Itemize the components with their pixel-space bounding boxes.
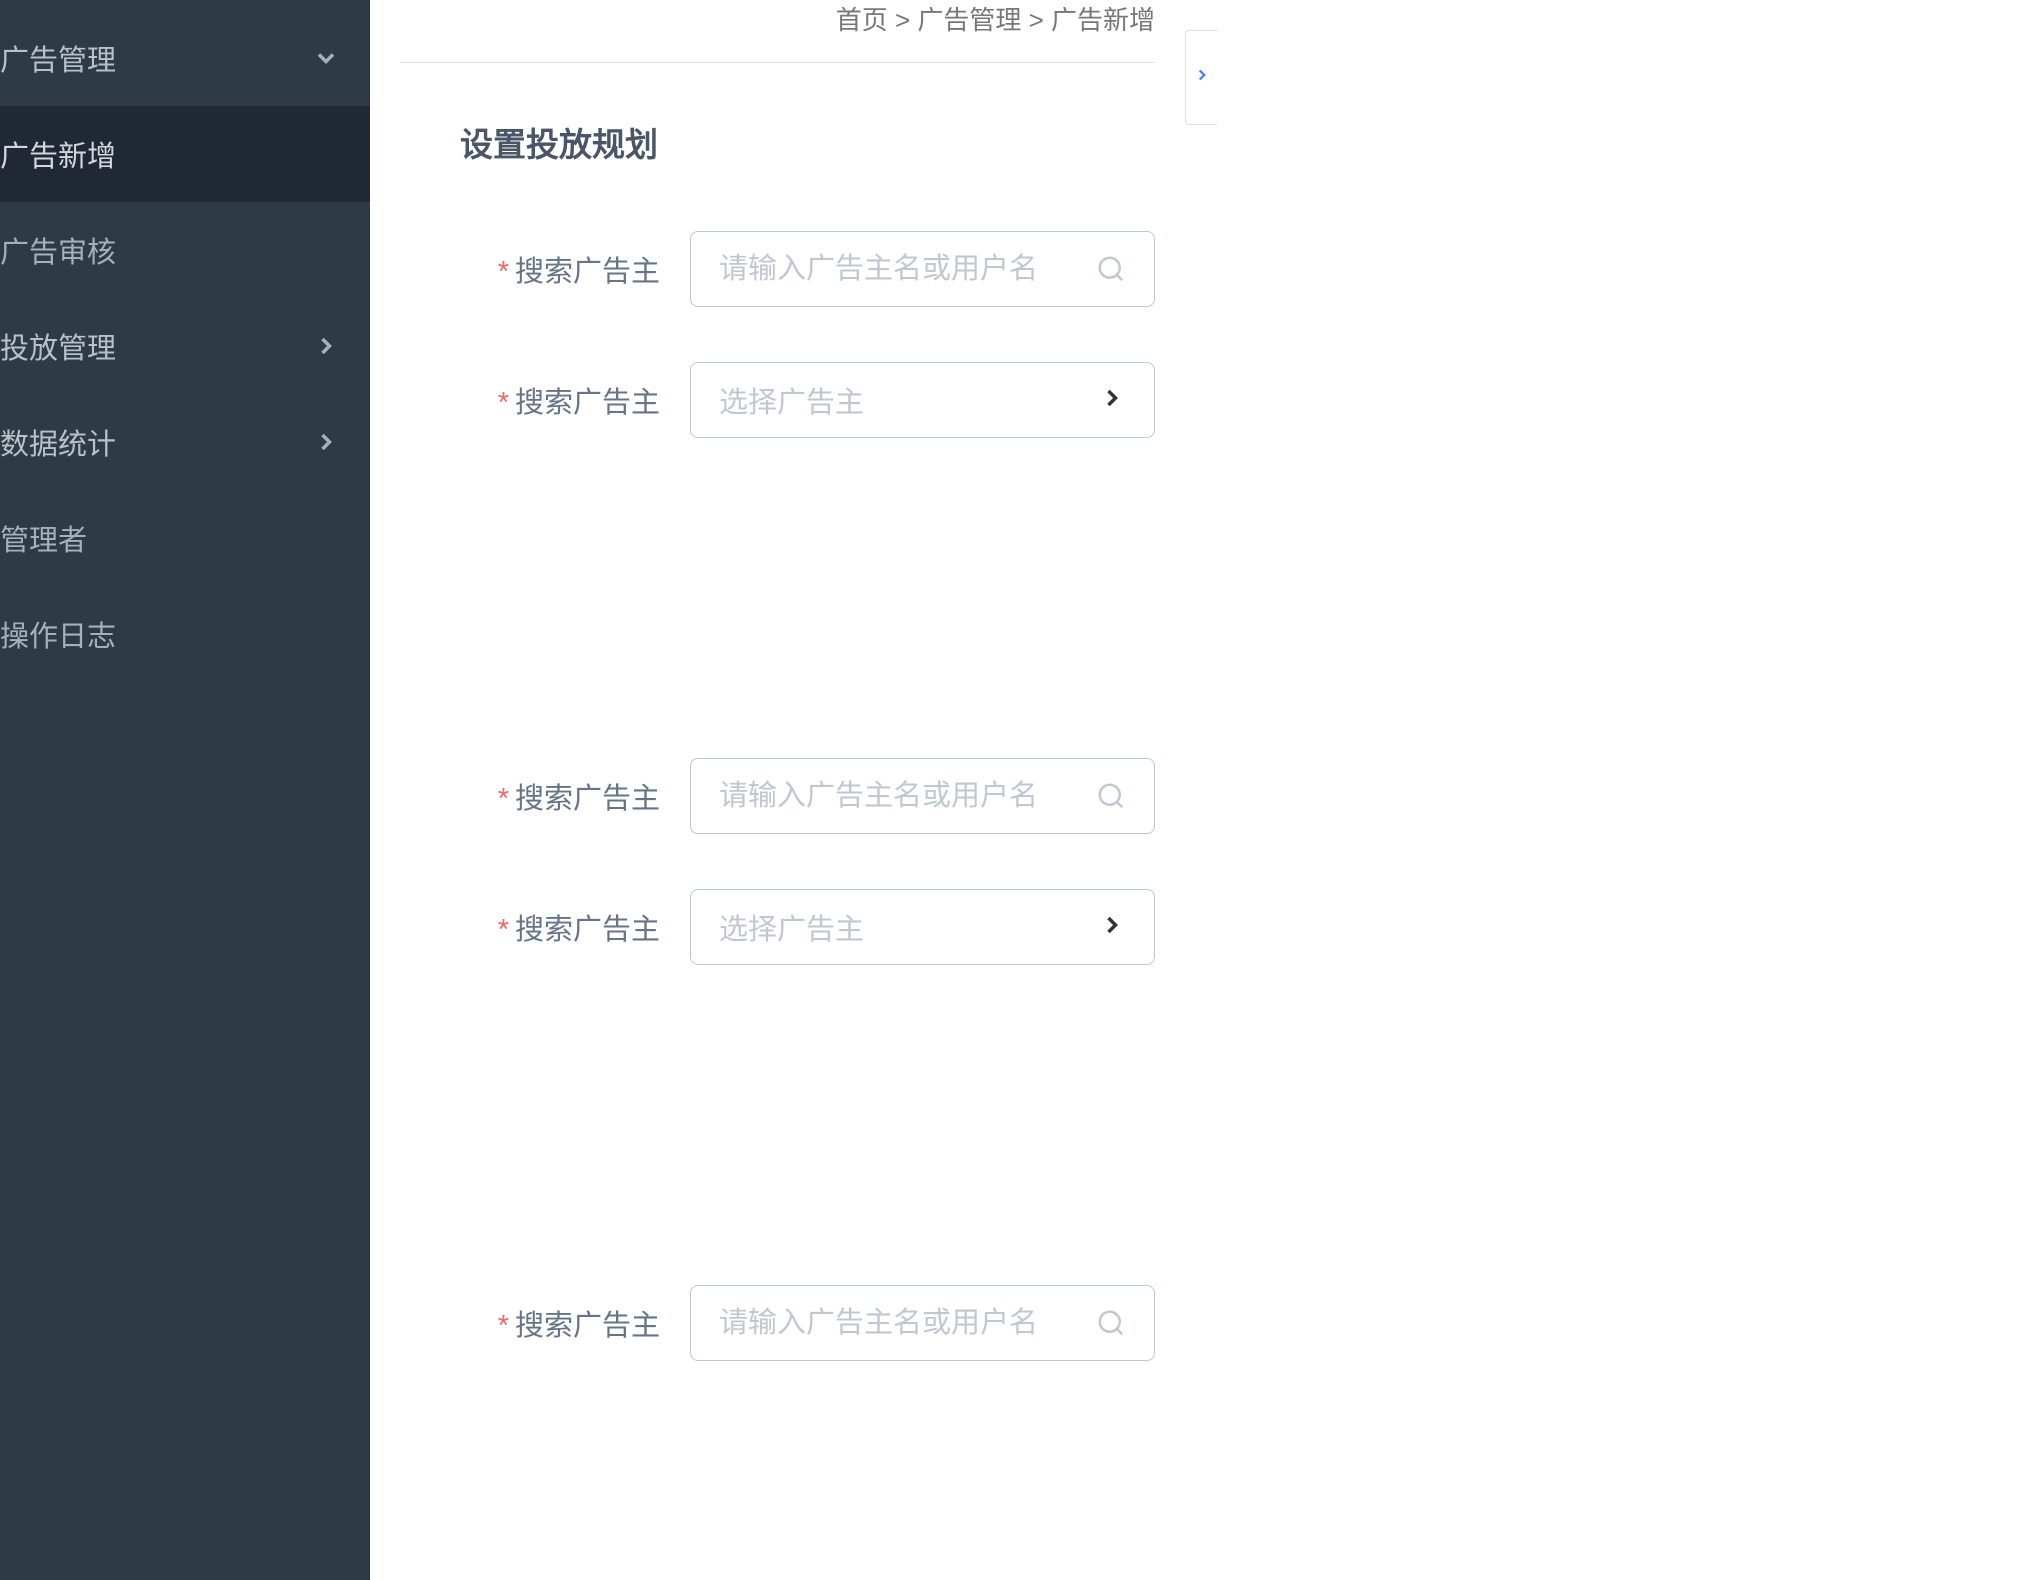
required-asterisk: * <box>498 256 509 288</box>
advertiser-cascader[interactable]: 选择广告主 <box>690 362 1155 438</box>
panel-title: 设置投放规划 <box>400 118 1155 166</box>
search-icon <box>1096 254 1126 284</box>
label-text: 搜索广告主 <box>515 914 660 946</box>
advertiser-search-input-wrap[interactable] <box>690 758 1155 834</box>
sidebar-item-label: 管理者 <box>0 517 87 559</box>
sidebar-item-label: 广告新增 <box>0 133 116 175</box>
form-label-select-advertiser: *搜索广告主 <box>400 379 690 421</box>
required-asterisk: * <box>498 1310 509 1342</box>
label-text: 搜索广告主 <box>515 387 660 419</box>
label-text: 搜索广告主 <box>515 783 660 815</box>
form-control: 选择广告主 <box>690 362 1155 438</box>
sidebar-item-ad-create[interactable]: 广告新增 <box>0 106 370 202</box>
sidebar-item-admin[interactable]: 管理者 <box>0 490 370 586</box>
required-asterisk: * <box>498 914 509 946</box>
sidebar-item-label: 投放管理 <box>0 325 116 367</box>
form-control <box>690 1285 1155 1361</box>
header-section: 首页 > 广告管理 > 广告新增 <box>400 0 1155 63</box>
sidebar-item-logs[interactable]: 操作日志 <box>0 586 370 682</box>
chevron-right-icon <box>312 428 340 456</box>
form-label-search-advertiser: *搜索广告主 <box>400 775 690 817</box>
advertiser-search-input-wrap[interactable] <box>690 231 1155 307</box>
breadcrumb[interactable]: 首页 > 广告管理 > 广告新增 <box>836 0 1155 37</box>
main-content: 首页 > 广告管理 > 广告新增 设置投放规划 *搜索广告主 <box>370 0 1185 1580</box>
sidebar-item-label: 数据统计 <box>0 421 116 463</box>
sidebar-item-label: 广告审核 <box>0 229 116 271</box>
form-row: *搜索广告主 选择广告主 <box>400 889 1155 965</box>
drawer-toggle-tab[interactable] <box>1185 30 1217 125</box>
label-text: 搜索广告主 <box>515 1310 660 1342</box>
required-asterisk: * <box>498 783 509 815</box>
form-control <box>690 758 1155 834</box>
cascader-placeholder: 选择广告主 <box>719 906 864 948</box>
chevron-right-icon <box>1098 911 1126 944</box>
chevron-right-icon <box>312 332 340 360</box>
form-control: 选择广告主 <box>690 889 1155 965</box>
form-row: *搜索广告主 <box>400 231 1155 307</box>
advertiser-search-input[interactable] <box>719 1307 1096 1340</box>
form-label-select-advertiser: *搜索广告主 <box>400 906 690 948</box>
sidebar: 广告管理 广告新增 广告审核 投放管理 数据统计 <box>0 0 370 1580</box>
sidebar-item-label: 操作日志 <box>0 613 116 655</box>
cascader-placeholder: 选择广告主 <box>719 379 864 421</box>
form-group-1: *搜索广告主 <box>400 231 1155 438</box>
search-icon <box>1096 781 1126 811</box>
form-row: *搜索广告主 选择广告主 <box>400 362 1155 438</box>
advertiser-search-input[interactable] <box>719 253 1096 286</box>
chevron-down-icon <box>312 44 340 72</box>
sidebar-item-statistics[interactable]: 数据统计 <box>0 394 370 490</box>
form-row: *搜索广告主 <box>400 758 1155 834</box>
form-group-3: *搜索广告主 <box>400 1285 1155 1361</box>
sidebar-item-delivery-management[interactable]: 投放管理 <box>0 298 370 394</box>
form-label-search-advertiser: *搜索广告主 <box>400 248 690 290</box>
chevron-right-icon <box>1098 384 1126 417</box>
search-icon <box>1096 1308 1126 1338</box>
chevron-right-icon <box>1193 66 1211 89</box>
label-text: 搜索广告主 <box>515 256 660 288</box>
form-control <box>690 231 1155 307</box>
form-group-2: *搜索广告主 <box>400 758 1155 965</box>
sidebar-item-label: 广告管理 <box>0 37 116 79</box>
advertiser-search-input-wrap[interactable] <box>690 1285 1155 1361</box>
advertiser-cascader[interactable]: 选择广告主 <box>690 889 1155 965</box>
right-edge-panel <box>1185 0 1217 1580</box>
sidebar-item-ad-review[interactable]: 广告审核 <box>0 202 370 298</box>
sidebar-item-ad-management[interactable]: 广告管理 <box>0 10 370 106</box>
advertiser-search-input[interactable] <box>719 780 1096 813</box>
form-row: *搜索广告主 <box>400 1285 1155 1361</box>
form-label-search-advertiser: *搜索广告主 <box>400 1302 690 1344</box>
required-asterisk: * <box>498 387 509 419</box>
